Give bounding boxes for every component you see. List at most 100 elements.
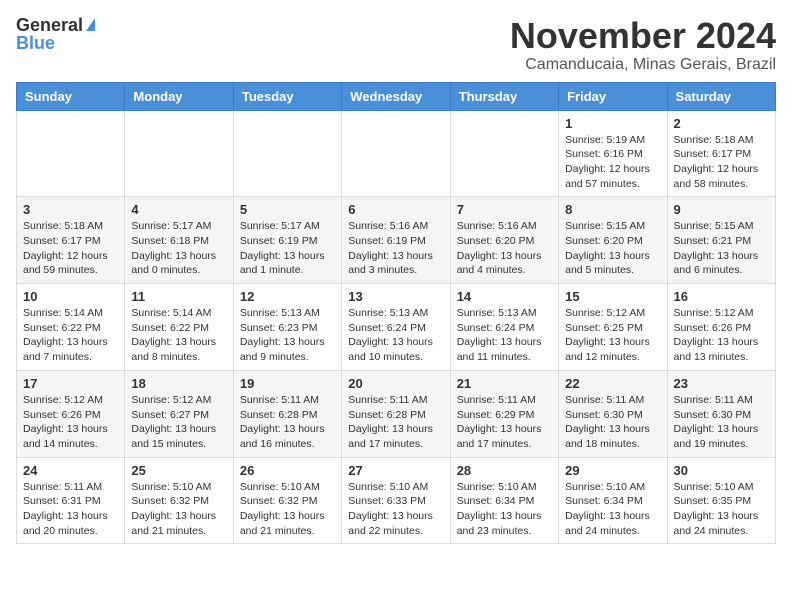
day-info: Sunrise: 5:19 AMSunset: 6:16 PMDaylight:… xyxy=(565,133,660,192)
day-info: Sunrise: 5:14 AMSunset: 6:22 PMDaylight:… xyxy=(131,306,226,365)
day-info: Sunrise: 5:11 AMSunset: 6:29 PMDaylight:… xyxy=(457,393,552,452)
day-info: Sunrise: 5:16 AMSunset: 6:19 PMDaylight:… xyxy=(348,219,443,278)
day-number: 12 xyxy=(240,289,335,304)
calendar-week-row: 3Sunrise: 5:18 AMSunset: 6:17 PMDaylight… xyxy=(17,197,776,284)
calendar-cell: 26Sunrise: 5:10 AMSunset: 6:32 PMDayligh… xyxy=(233,457,341,544)
calendar-cell: 23 Sunrise: 5:11 AMSunset: 6:30 PMDayligh… xyxy=(667,370,775,457)
weekday-header-saturday: Saturday xyxy=(667,82,775,110)
calendar-cell: 20Sunrise: 5:11 AMSunset: 6:28 PMDayligh… xyxy=(342,370,450,457)
day-number: 11 xyxy=(131,289,226,304)
day-info: Sunrise: 5:11 AMSunset: 6:30 PMDaylight:… xyxy=(565,393,660,452)
day-number: 7 xyxy=(457,202,552,217)
logo-blue-text: Blue xyxy=(16,34,55,52)
day-info: Sunrise: 5:10 AMSunset: 6:33 PMDaylight:… xyxy=(348,480,443,539)
day-number: 23 xyxy=(674,376,769,391)
day-number: 29 xyxy=(565,463,660,478)
day-info: Sunrise: 5:13 AMSunset: 6:24 PMDaylight:… xyxy=(348,306,443,365)
calendar-cell xyxy=(17,110,125,197)
day-info: Sunrise: 5:11 AMSunset: 6:28 PMDaylight:… xyxy=(240,393,335,452)
day-number: 27 xyxy=(348,463,443,478)
calendar-week-row: 10 Sunrise: 5:14 AMSunset: 6:22 PMDayligh… xyxy=(17,284,776,371)
day-number: 10 xyxy=(23,289,118,304)
day-number: 21 xyxy=(457,376,552,391)
day-info: Sunrise: 5:10 AMSunset: 6:32 PMDaylight:… xyxy=(131,480,226,539)
day-number: 22 xyxy=(565,376,660,391)
page-header: General Blue November 2024 Camanducaia, … xyxy=(16,16,776,74)
calendar-cell: 28 Sunrise: 5:10 AMSunset: 6:34 PMDayligh… xyxy=(450,457,558,544)
day-info: Sunrise: 5:14 AMSunset: 6:22 PMDaylight:… xyxy=(23,306,118,365)
day-number: 25 xyxy=(131,463,226,478)
day-info: Sunrise: 5:12 AMSunset: 6:26 PMDaylight:… xyxy=(23,393,118,452)
day-number: 19 xyxy=(240,376,335,391)
day-info: Sunrise: 5:12 AMSunset: 6:27 PMDaylight:… xyxy=(131,393,226,452)
calendar-cell: 3Sunrise: 5:18 AMSunset: 6:17 PMDaylight… xyxy=(17,197,125,284)
day-info: Sunrise: 5:11 AMSunset: 6:30 PMDaylight:… xyxy=(674,393,769,452)
calendar-table: SundayMondayTuesdayWednesdayThursdayFrid… xyxy=(16,82,776,545)
calendar-cell: 5 Sunrise: 5:17 AMSunset: 6:19 PMDaylight… xyxy=(233,197,341,284)
day-info: Sunrise: 5:10 AMSunset: 6:35 PMDaylight:… xyxy=(674,480,769,539)
title-block: November 2024 Camanducaia, Minas Gerais,… xyxy=(510,16,776,74)
calendar-cell: 2Sunrise: 5:18 AMSunset: 6:17 PMDaylight… xyxy=(667,110,775,197)
weekday-header-friday: Friday xyxy=(559,82,667,110)
calendar-cell xyxy=(233,110,341,197)
day-number: 13 xyxy=(348,289,443,304)
day-info: Sunrise: 5:11 AMSunset: 6:31 PMDaylight:… xyxy=(23,480,118,539)
calendar-cell: 11 Sunrise: 5:14 AMSunset: 6:22 PMDayligh… xyxy=(125,284,233,371)
day-info: Sunrise: 5:17 AMSunset: 6:19 PMDaylight:… xyxy=(240,219,335,278)
day-info: Sunrise: 5:15 AMSunset: 6:20 PMDaylight:… xyxy=(565,219,660,278)
day-number: 6 xyxy=(348,202,443,217)
calendar-cell: 6 Sunrise: 5:16 AMSunset: 6:19 PMDaylight… xyxy=(342,197,450,284)
calendar-cell: 8 Sunrise: 5:15 AMSunset: 6:20 PMDaylight… xyxy=(559,197,667,284)
day-number: 24 xyxy=(23,463,118,478)
calendar-cell: 25 Sunrise: 5:10 AMSunset: 6:32 PMDayligh… xyxy=(125,457,233,544)
calendar-cell: 4 Sunrise: 5:17 AMSunset: 6:18 PMDaylight… xyxy=(125,197,233,284)
calendar-cell: 15 Sunrise: 5:12 AMSunset: 6:25 PMDayligh… xyxy=(559,284,667,371)
day-number: 28 xyxy=(457,463,552,478)
calendar-cell: 12 Sunrise: 5:13 AMSunset: 6:23 PMDayligh… xyxy=(233,284,341,371)
calendar-cell: 24 Sunrise: 5:11 AMSunset: 6:31 PMDayligh… xyxy=(17,457,125,544)
location-title: Camanducaia, Minas Gerais, Brazil xyxy=(510,56,776,74)
logo: General Blue xyxy=(16,16,95,52)
calendar-cell: 22 Sunrise: 5:11 AMSunset: 6:30 PMDayligh… xyxy=(559,370,667,457)
day-number: 17 xyxy=(23,376,118,391)
day-number: 3 xyxy=(23,202,118,217)
day-info: Sunrise: 5:12 AMSunset: 6:26 PMDaylight:… xyxy=(674,306,769,365)
weekday-header-tuesday: Tuesday xyxy=(233,82,341,110)
calendar-cell xyxy=(125,110,233,197)
day-info: Sunrise: 5:18 AMSunset: 6:17 PMDaylight:… xyxy=(674,133,769,192)
calendar-cell: 21 Sunrise: 5:11 AMSunset: 6:29 PMDayligh… xyxy=(450,370,558,457)
day-info: Sunrise: 5:10 AMSunset: 6:34 PMDaylight:… xyxy=(457,480,552,539)
calendar-cell: 29Sunrise: 5:10 AMSunset: 6:34 PMDayligh… xyxy=(559,457,667,544)
day-number: 26 xyxy=(240,463,335,478)
calendar-cell xyxy=(342,110,450,197)
weekday-header-thursday: Thursday xyxy=(450,82,558,110)
calendar-header-row: SundayMondayTuesdayWednesdayThursdayFrid… xyxy=(17,82,776,110)
day-number: 16 xyxy=(674,289,769,304)
day-number: 4 xyxy=(131,202,226,217)
day-number: 15 xyxy=(565,289,660,304)
weekday-header-monday: Monday xyxy=(125,82,233,110)
day-info: Sunrise: 5:17 AMSunset: 6:18 PMDaylight:… xyxy=(131,219,226,278)
calendar-cell: 30 Sunrise: 5:10 AMSunset: 6:35 PMDayligh… xyxy=(667,457,775,544)
weekday-header-wednesday: Wednesday xyxy=(342,82,450,110)
logo-triangle-icon xyxy=(86,18,95,31)
calendar-cell: 16 Sunrise: 5:12 AMSunset: 6:26 PMDayligh… xyxy=(667,284,775,371)
day-info: Sunrise: 5:16 AMSunset: 6:20 PMDaylight:… xyxy=(457,219,552,278)
weekday-header-sunday: Sunday xyxy=(17,82,125,110)
calendar-cell: 7 Sunrise: 5:16 AMSunset: 6:20 PMDaylight… xyxy=(450,197,558,284)
calendar-cell: 18 Sunrise: 5:12 AMSunset: 6:27 PMDayligh… xyxy=(125,370,233,457)
day-number: 8 xyxy=(565,202,660,217)
day-info: Sunrise: 5:13 AMSunset: 6:23 PMDaylight:… xyxy=(240,306,335,365)
day-number: 14 xyxy=(457,289,552,304)
calendar-cell: 1 Sunrise: 5:19 AMSunset: 6:16 PMDaylight… xyxy=(559,110,667,197)
day-number: 1 xyxy=(565,116,660,131)
calendar-cell: 13 Sunrise: 5:13 AMSunset: 6:24 PMDayligh… xyxy=(342,284,450,371)
day-number: 5 xyxy=(240,202,335,217)
calendar-week-row: 17 Sunrise: 5:12 AMSunset: 6:26 PMDayligh… xyxy=(17,370,776,457)
calendar-week-row: 24 Sunrise: 5:11 AMSunset: 6:31 PMDayligh… xyxy=(17,457,776,544)
calendar-cell: 17 Sunrise: 5:12 AMSunset: 6:26 PMDayligh… xyxy=(17,370,125,457)
day-info: Sunrise: 5:12 AMSunset: 6:25 PMDaylight:… xyxy=(565,306,660,365)
calendar-cell xyxy=(450,110,558,197)
day-number: 18 xyxy=(131,376,226,391)
day-number: 30 xyxy=(674,463,769,478)
